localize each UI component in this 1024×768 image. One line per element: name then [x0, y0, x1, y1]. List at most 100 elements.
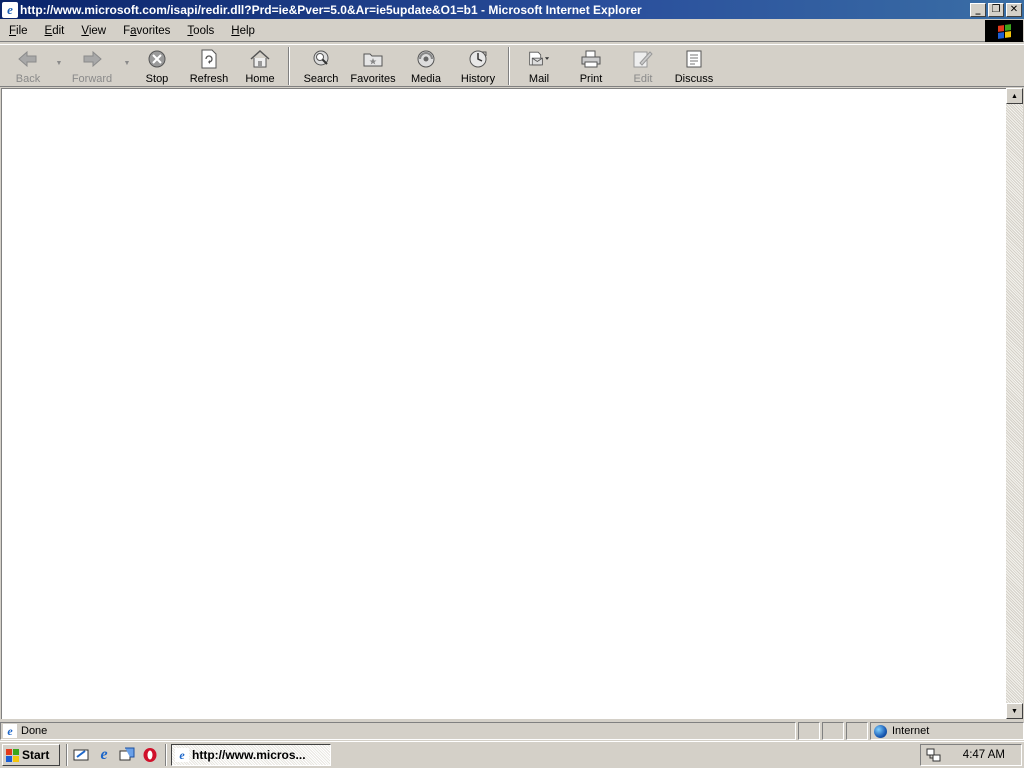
- edit-icon: [632, 48, 654, 70]
- status-text: Done: [21, 725, 48, 737]
- title-bar[interactable]: e http://www.microsoft.com/isapi/redir.d…: [0, 0, 1024, 19]
- favorites-folder-icon: [362, 48, 384, 70]
- scroll-down-arrow-icon: ▼: [1011, 707, 1018, 715]
- page-icon: e: [3, 724, 17, 738]
- favorites-button[interactable]: Favorites: [346, 45, 400, 86]
- discuss-label: Discuss: [674, 73, 714, 85]
- scroll-up-button[interactable]: ▲: [1006, 88, 1023, 104]
- menu-help-accel: H: [231, 24, 240, 37]
- security-zone-panel[interactable]: Internet: [870, 722, 1024, 740]
- edit-label: Edit: [633, 73, 653, 85]
- forward-dropdown[interactable]: ▼: [122, 45, 132, 86]
- outlook-express-icon[interactable]: [118, 746, 136, 764]
- internet-explorer-icon[interactable]: e: [95, 746, 113, 764]
- print-icon: [580, 48, 602, 70]
- status-bar: e Done Internet: [0, 721, 1024, 741]
- start-button[interactable]: Start: [2, 744, 60, 766]
- window-title: http://www.microsoft.com/isapi/redir.dll…: [20, 2, 642, 17]
- menu-favorites[interactable]: Favorites: [114, 25, 178, 37]
- menu-edit[interactable]: Edit: [36, 25, 73, 37]
- forward-label: Forward: [71, 73, 113, 85]
- menu-tools-label: ools: [193, 24, 215, 37]
- media-icon: [415, 48, 437, 70]
- close-button[interactable]: ✕: [1006, 2, 1022, 17]
- task-label: http://www.micros...: [192, 748, 306, 762]
- taskbar-separator: [165, 744, 167, 766]
- scroll-down-button[interactable]: ▼: [1006, 703, 1023, 719]
- menu-bar: File Edit View Favorites Tools Help: [0, 20, 1024, 42]
- back-arrow-icon: [17, 48, 39, 70]
- windows-logo-throbber: [985, 20, 1023, 42]
- home-label: Home: [245, 73, 275, 85]
- history-button[interactable]: History: [452, 45, 504, 86]
- internet-globe-icon: [874, 724, 887, 738]
- media-label: Media: [411, 73, 441, 85]
- forward-button[interactable]: Forward: [62, 45, 122, 86]
- taskbar: Start e e http://www.micros... 4:47 AM: [0, 741, 1024, 768]
- search-icon: [310, 48, 332, 70]
- stop-label: Stop: [145, 73, 169, 85]
- toolbar-separator: [288, 47, 290, 85]
- close-icon: ✕: [1009, 3, 1019, 15]
- status-progress-panel: [798, 722, 820, 740]
- stop-icon: [146, 48, 168, 70]
- menu-file[interactable]: File: [0, 25, 36, 37]
- home-icon: [249, 48, 271, 70]
- status-lock-panel: [822, 722, 844, 740]
- mail-icon: [528, 48, 550, 70]
- menu-view-label: iew: [88, 24, 107, 37]
- restore-icon: ❐: [991, 3, 1001, 15]
- menu-file-accel: F: [9, 24, 17, 37]
- clock[interactable]: 4:47 AM: [963, 749, 1005, 761]
- scroll-up-arrow-icon: ▲: [1011, 92, 1018, 100]
- menu-tools[interactable]: Tools: [178, 25, 222, 37]
- search-button[interactable]: Search: [296, 45, 346, 86]
- print-label: Print: [579, 73, 603, 85]
- back-label: Back: [15, 73, 41, 85]
- browser-content-area[interactable]: [1, 88, 1006, 719]
- discuss-icon: [683, 48, 705, 70]
- minimize-button[interactable]: _: [970, 2, 986, 17]
- windows-flag-icon: [6, 748, 19, 762]
- menu-file-label: ile: [16, 24, 28, 37]
- ie-icon: e: [2, 1, 18, 18]
- restore-button[interactable]: ❐: [988, 2, 1004, 17]
- back-button[interactable]: Back: [0, 45, 56, 86]
- forward-arrow-icon: [81, 48, 103, 70]
- taskbar-separator: [66, 744, 68, 766]
- menu-edit-label: dit: [52, 24, 65, 37]
- refresh-label: Refresh: [189, 73, 229, 85]
- edit-button[interactable]: Edit: [620, 45, 666, 86]
- refresh-button[interactable]: Refresh: [182, 45, 236, 86]
- favorites-label: Favorites: [350, 73, 396, 85]
- standard-toolbar: Back ▼ Forward ▼ Stop Refresh Home Searc…: [0, 44, 1024, 87]
- menu-favorites-label: vorites: [136, 24, 171, 37]
- taskbar-ie-window-button[interactable]: e http://www.micros...: [171, 744, 331, 766]
- menu-view[interactable]: View: [72, 25, 114, 37]
- history-icon: [467, 48, 489, 70]
- print-button[interactable]: Print: [562, 45, 620, 86]
- refresh-icon: [198, 48, 220, 70]
- zone-label: Internet: [892, 725, 930, 737]
- toolbar-separator: [508, 47, 510, 85]
- ie-icon: e: [175, 748, 189, 762]
- discuss-button[interactable]: Discuss: [666, 45, 722, 86]
- home-button[interactable]: Home: [236, 45, 284, 86]
- show-desktop-icon[interactable]: [72, 746, 90, 764]
- quick-launch-bar: e: [72, 746, 159, 764]
- vertical-scrollbar[interactable]: ▲ ▼: [1006, 88, 1023, 719]
- stop-button[interactable]: Stop: [132, 45, 182, 86]
- media-button[interactable]: Media: [400, 45, 452, 86]
- menu-help[interactable]: Help: [222, 25, 263, 37]
- windows-flag-icon: [997, 23, 1011, 39]
- opera-icon[interactable]: [141, 746, 159, 764]
- status-text-panel: e Done: [0, 722, 796, 740]
- menu-help-label: elp: [239, 24, 255, 37]
- minimize-icon: _: [975, 3, 981, 15]
- mail-button[interactable]: Mail: [516, 45, 562, 86]
- system-tray: 4:47 AM: [920, 744, 1022, 766]
- network-tray-icon[interactable]: [926, 747, 942, 763]
- search-label: Search: [303, 73, 339, 85]
- mail-label: Mail: [528, 73, 550, 85]
- status-misc-panel: [846, 722, 868, 740]
